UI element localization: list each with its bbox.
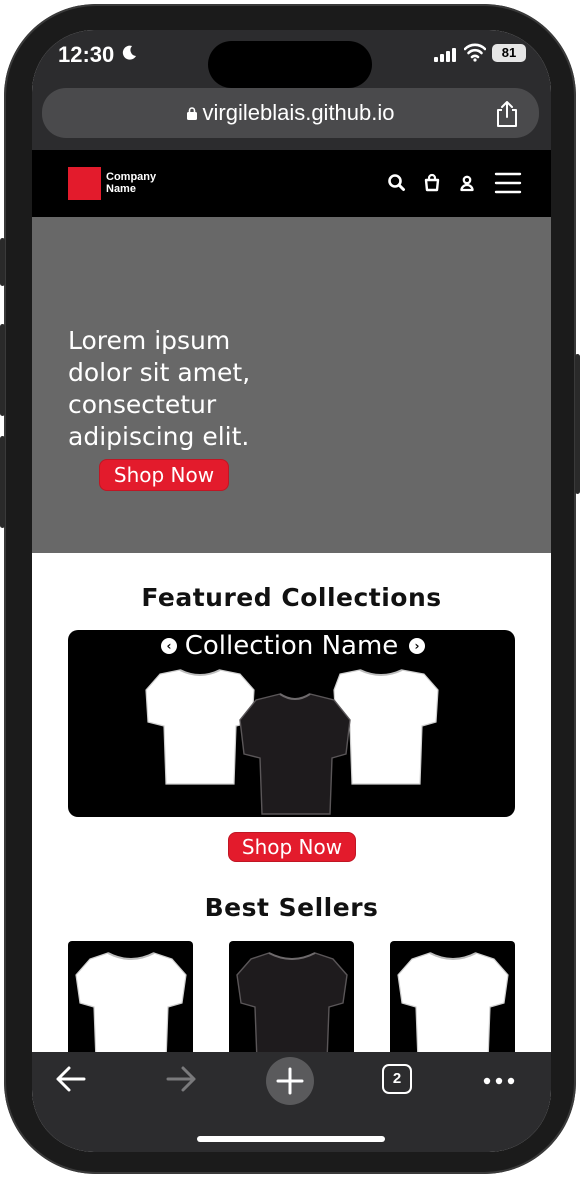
logo-text[interactable]: Company Name — [106, 171, 156, 195]
collection-tshirts-image — [145, 669, 439, 815]
collection-carousel: Collection Name ‹ › — [68, 630, 515, 817]
user-icon[interactable] — [456, 172, 478, 194]
home-indicator[interactable] — [197, 1136, 385, 1142]
back-arrow-icon[interactable] — [54, 1064, 88, 1098]
hero-banner: Lorem ipsum dolor sit amet, consectetur … — [32, 217, 551, 553]
signal-icon — [434, 47, 456, 66]
site-navbar: Company Name — [32, 150, 551, 217]
forward-arrow-icon[interactable] — [164, 1064, 198, 1098]
product-image-black-tshirt — [236, 952, 348, 1052]
screen: 12:30 81 virgileblais.github.io Company … — [32, 30, 551, 1152]
collection-shop-now-button[interactable]: Shop Now — [228, 832, 356, 862]
status-time: 12:30 — [58, 42, 115, 67]
volume-down-button — [0, 436, 5, 528]
logo-line-1: Company — [106, 171, 157, 183]
logo-mark[interactable] — [68, 167, 101, 200]
new-tab-plus-icon[interactable] — [265, 1056, 315, 1110]
share-icon[interactable] — [495, 100, 519, 132]
product-card[interactable] — [68, 941, 193, 1052]
browser-bottom-toolbar: 2 — [32, 1052, 551, 1152]
shopping-bag-icon[interactable] — [421, 172, 443, 194]
url-display[interactable]: virgileblais.github.io — [42, 88, 539, 141]
featured-collections-title: Featured Collections — [141, 583, 442, 612]
hero-text: Lorem ipsum dolor sit amet, consectetur … — [68, 326, 251, 451]
address-bar[interactable]: virgileblais.github.io — [42, 88, 539, 138]
product-image-white-tshirt — [75, 952, 187, 1052]
url-text: virgileblais.github.io — [202, 100, 395, 125]
dynamic-island — [208, 41, 372, 88]
search-icon[interactable] — [386, 172, 408, 194]
tabs-icon[interactable]: 2 — [382, 1064, 412, 1094]
battery-icon: 81 — [492, 44, 526, 62]
volume-up-button — [0, 324, 5, 416]
more-dots-icon[interactable] — [482, 1072, 516, 1091]
product-card[interactable] — [229, 941, 354, 1052]
power-button — [575, 354, 580, 494]
moon-icon — [120, 44, 138, 67]
product-image-white-tshirt — [397, 952, 509, 1052]
best-sellers-title: Best Sellers — [204, 893, 379, 922]
hero-shop-now-button[interactable]: Shop Now — [99, 459, 229, 491]
action-button — [0, 238, 5, 286]
browser-top-chrome: 12:30 81 virgileblais.github.io — [32, 30, 551, 150]
wifi-icon — [463, 42, 487, 66]
product-card[interactable] — [390, 941, 515, 1052]
status-bar: 12:30 81 — [32, 30, 551, 88]
web-page: Company Name Lorem ipsum dolor sit amet,… — [32, 150, 551, 1052]
logo-line-2: Name — [106, 183, 136, 195]
lock-icon — [186, 91, 197, 141]
menu-icon[interactable] — [494, 169, 522, 197]
